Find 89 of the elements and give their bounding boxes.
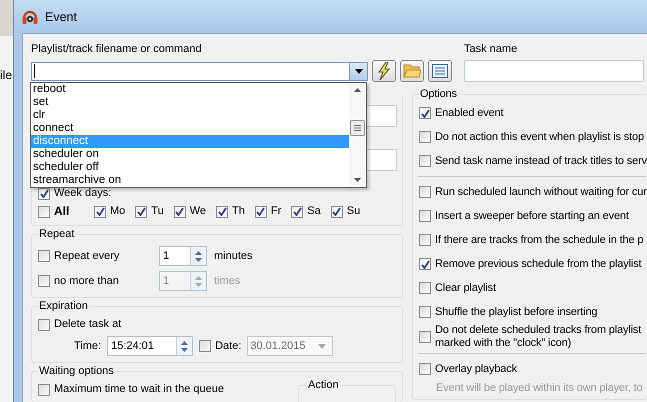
dropdown-item[interactable]: clr [31,109,349,122]
checkbox[interactable] [419,210,431,222]
dropdown-item[interactable]: reboot [31,83,349,96]
checkbox-label: Run scheduled launch without waiting for cur [435,186,647,198]
dropdown-item[interactable]: connect [31,122,349,135]
text-field[interactable] [365,105,397,127]
checkbox[interactable] [419,186,431,198]
checkbox[interactable] [38,206,50,218]
spin-down-icon[interactable] [181,348,188,352]
text-field[interactable] [365,149,397,171]
field-label: Time: [74,340,102,352]
caret-down-icon [318,344,326,348]
menu-text: ile [0,68,12,82]
time-spinner[interactable]: 15:24:01 [107,336,194,356]
group-title: Expiration [38,300,89,313]
checkbox-label: Mo [110,205,126,218]
checkbox-label: no more than [54,274,119,288]
spin-up-icon[interactable] [181,340,188,344]
checkbox-label: If there are tracks from the schedule in the p [435,234,644,246]
checkbox-label: Shuffle the playlist before inserting [435,306,598,318]
unit-label: minutes [214,250,253,262]
checkbox-label: Maximum time to wait in the queue [54,383,224,396]
checkbox[interactable] [330,206,343,218]
checkbox[interactable] [419,363,431,375]
checkbox[interactable] [419,234,431,246]
checkbox-label: Su [346,205,360,218]
checkbox[interactable] [38,188,50,200]
checkbox-label: Delete task at [54,318,122,331]
checkbox[interactable] [419,282,431,294]
scrollbar[interactable] [349,83,366,187]
dropdown-item[interactable]: scheduler off [31,161,349,174]
task-name-field[interactable] [464,60,644,82]
dropdown-item[interactable]: set [31,96,349,109]
checkbox[interactable] [135,206,148,218]
checkbox[interactable] [38,384,50,396]
checkbox-label: Send task name instead of track titles to serv [435,154,647,168]
checkbox[interactable] [419,331,431,343]
scroll-down-icon[interactable] [354,178,361,182]
lightning-button[interactable] [372,60,396,82]
spin-down-icon[interactable] [195,258,202,262]
checkbox[interactable] [94,206,106,218]
checkbox-label: Do not delete scheduled tracks from playlist marked with the "clock" icon) [435,324,642,350]
checkbox[interactable] [38,250,50,262]
field-label: Task name [464,43,518,56]
checkbox-label: Remove previous schedule from the playlist [435,258,642,270]
checkbox-label: Clear playlist [435,282,496,294]
hint-text: Event will be played within its own player, to [435,382,644,394]
checkbox[interactable] [174,206,186,218]
group-title: Repeat [38,228,76,241]
checkbox-label: Overlay playback [435,362,517,376]
checkbox-label: We [190,205,206,218]
checkbox-label: Insert a sweeper before starting an event [435,210,629,222]
checkbox-label: Th [232,205,245,218]
checkbox-label: Repeat every [54,250,120,262]
checkbox[interactable] [38,318,50,330]
scroll-up-icon[interactable] [354,88,361,92]
checkbox[interactable] [216,206,228,218]
field-label: Playlist/track filename or command [31,43,203,56]
list-icon [432,64,448,78]
checkbox-label: Week days: [54,187,112,200]
folder-icon [403,64,421,78]
checkbox-label: Do not action this event when playlist is stop [435,130,644,144]
checkbox[interactable] [419,306,431,318]
checkbox[interactable] [419,131,431,143]
group-title: Waiting options [38,365,115,378]
caret-down-icon [354,68,362,74]
unit-label: times [214,275,240,287]
checkbox[interactable] [254,206,267,218]
checkbox[interactable] [419,155,431,167]
list-button[interactable] [428,60,452,82]
checkbox-label: Enabled event [435,106,504,120]
dropdown-item[interactable]: streamarchive on [31,174,349,187]
checkbox[interactable] [419,107,431,119]
checkbox[interactable] [291,206,304,218]
lightning-icon [376,62,392,80]
text-cursor-icon [34,64,36,78]
dropdown-item[interactable]: scheduler on [31,148,349,161]
window-title: Event [45,10,77,24]
scroll-thumb[interactable] [350,120,365,136]
checkbox-label: Sa [307,205,321,218]
group-title: Options [419,88,458,101]
checkbox-label: Date: [215,340,242,352]
checkbox[interactable] [419,258,431,270]
checkbox-label: All [54,205,70,218]
checkbox-label: Fr [270,205,282,218]
checkbox-label: Tu [151,205,164,218]
spin-up-icon[interactable] [195,250,202,254]
number-spinner[interactable]: 1 [159,246,207,266]
dropdown-button[interactable] [349,62,367,80]
